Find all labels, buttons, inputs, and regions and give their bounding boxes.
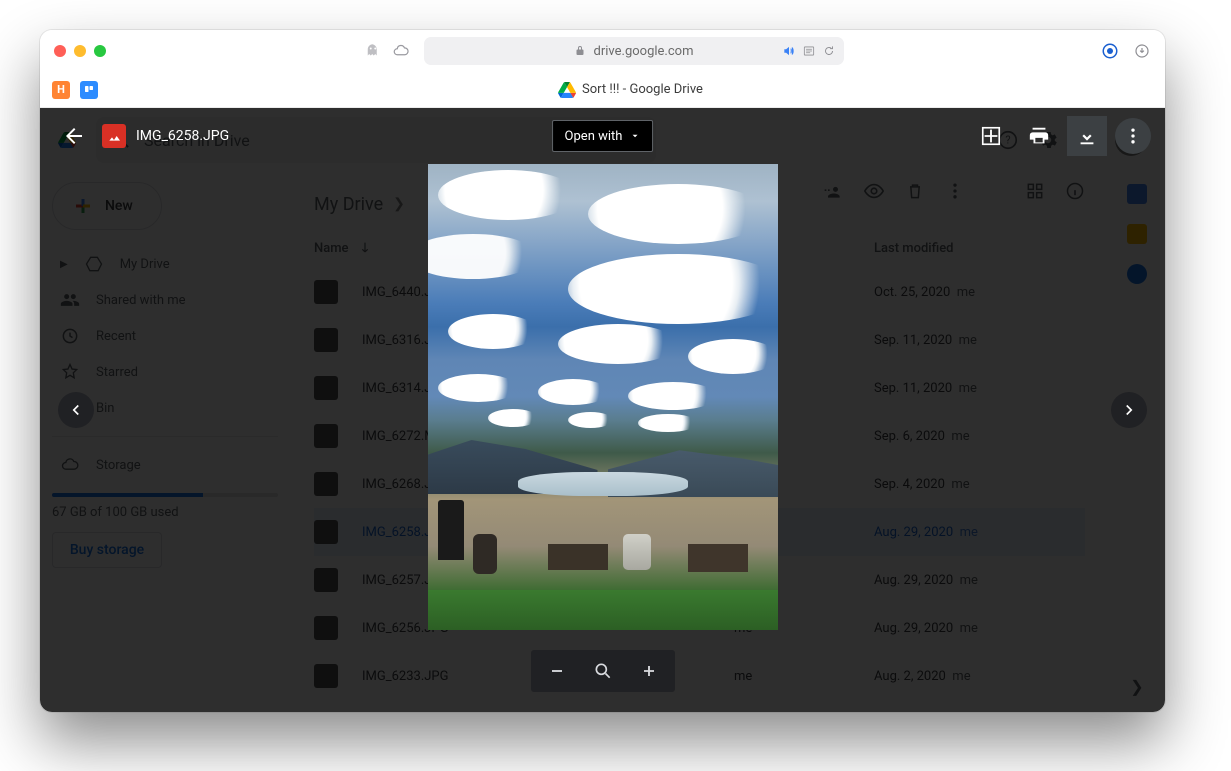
onepassword-icon[interactable]: [1101, 42, 1119, 60]
audio-icon[interactable]: [782, 44, 796, 58]
zoom-reset-button[interactable]: [583, 651, 623, 691]
cloud-icon[interactable]: [392, 42, 410, 60]
address-bar-url: drive.google.com: [594, 44, 694, 59]
tab-title: Sort !!! - Google Drive: [582, 82, 703, 97]
content-area: Search in Drive ? New: [40, 108, 1165, 712]
zoom-out-button[interactable]: [537, 651, 577, 691]
next-image-button[interactable]: [1111, 392, 1147, 428]
drive-favicon-icon: [558, 82, 576, 98]
title-bar: drive.google.com: [40, 30, 1165, 72]
image-file-icon: [102, 124, 126, 148]
reader-icon[interactable]: [802, 44, 816, 58]
favorite-trello[interactable]: [80, 81, 98, 99]
lock-icon: [574, 45, 586, 57]
browser-tab[interactable]: Sort !!! - Google Drive: [108, 82, 1153, 98]
window-controls: [54, 45, 106, 57]
preview-filename: IMG_6258.JPG: [136, 128, 229, 144]
favorite-hn[interactable]: H: [52, 81, 70, 99]
address-bar[interactable]: drive.google.com: [424, 37, 844, 65]
zoom-controls: [531, 650, 675, 692]
downloads-icon[interactable]: [1133, 42, 1151, 60]
more-options-button[interactable]: [1115, 118, 1151, 154]
preview-header: IMG_6258.JPG Open with: [40, 108, 1165, 164]
open-with-button[interactable]: Open with: [552, 120, 654, 152]
maximize-window-button[interactable]: [94, 45, 106, 57]
browser-chrome: drive.google.com: [40, 30, 1165, 108]
ghostery-icon[interactable]: [364, 42, 382, 60]
previous-image-button[interactable]: [58, 392, 94, 428]
back-button[interactable]: [54, 116, 94, 156]
browser-window: drive.google.com: [40, 30, 1165, 712]
image-preview[interactable]: [428, 164, 778, 630]
reload-icon[interactable]: [822, 44, 836, 58]
download-button[interactable]: [1067, 116, 1107, 156]
close-window-button[interactable]: [54, 45, 66, 57]
zoom-in-button[interactable]: [629, 651, 669, 691]
minimize-window-button[interactable]: [74, 45, 86, 57]
chevron-down-icon: [630, 131, 640, 141]
print-button[interactable]: [1019, 116, 1059, 156]
add-to-drive-button[interactable]: [971, 116, 1011, 156]
open-with-label: Open with: [565, 129, 623, 144]
tab-bar: H Sort !!! - Google Drive: [40, 72, 1165, 108]
